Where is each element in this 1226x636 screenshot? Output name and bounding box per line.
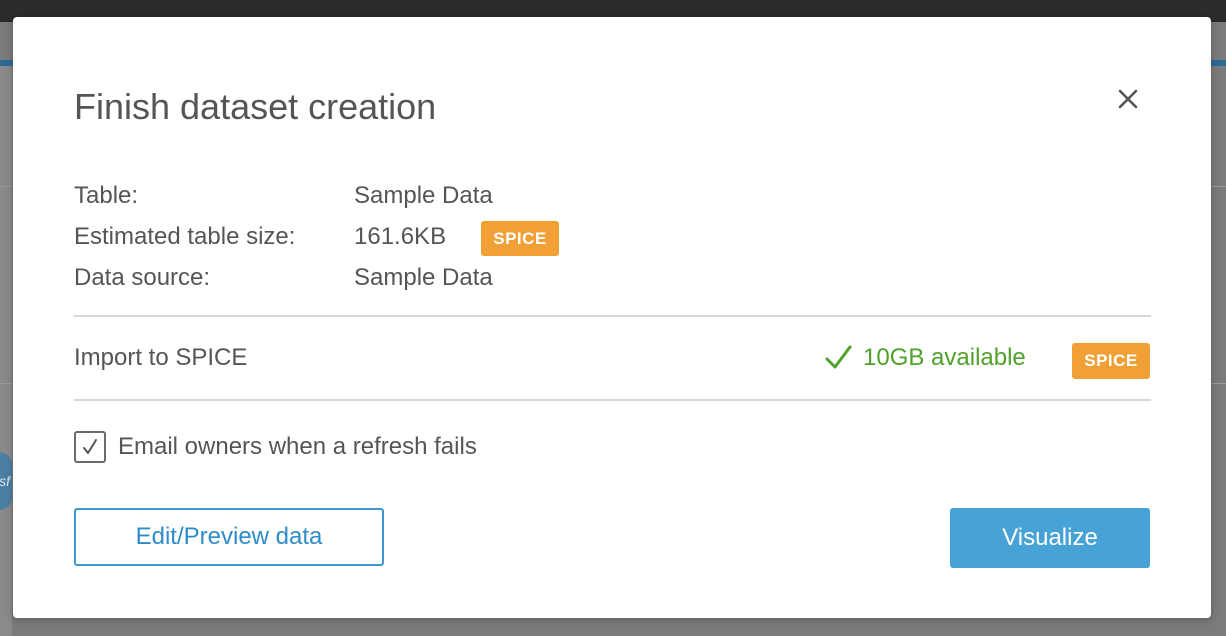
detail-label: Estimated table size: [74,223,296,250]
checkmark-icon [83,439,97,454]
dialog-title: Finish dataset creation [74,86,437,127]
email-owners-label: Email owners when a refresh fails [118,433,477,460]
detail-label: Table: [74,182,139,209]
background-data-source-icon: sf [0,452,12,510]
import-to-spice-label: Import to SPICE [74,344,248,371]
detail-row-data-source: Data source: Sample Data [74,262,674,294]
detail-value: Sample Data [354,264,493,291]
app-left-panel [0,66,12,636]
divider [74,315,1151,317]
finish-dataset-dialog: Finish dataset creation Table: Sample Da… [13,17,1211,618]
spice-badge: SPICE [1072,343,1150,379]
checkmark-icon [825,345,852,369]
detail-value: 161.6KB [354,223,447,250]
app-divider [0,383,13,384]
available-capacity-text: 10GB available [863,344,1026,371]
detail-row-table: Table: Sample Data [74,180,674,212]
close-button[interactable] [1112,83,1144,115]
visualize-button[interactable]: Visualize [950,508,1150,568]
app-divider [0,186,13,187]
detail-label: Data source: [74,264,211,291]
close-icon [1118,89,1138,109]
email-owners-checkbox[interactable] [74,431,106,463]
detail-value: Sample Data [354,182,493,209]
app-divider [1211,383,1226,384]
app-divider [1211,186,1226,187]
spice-badge: SPICE [481,221,559,256]
divider [74,399,1151,401]
edit-preview-data-button[interactable]: Edit/Preview data [74,508,384,566]
detail-row-estimated-size: Estimated table size: 161.6KB SPICE [74,221,674,256]
